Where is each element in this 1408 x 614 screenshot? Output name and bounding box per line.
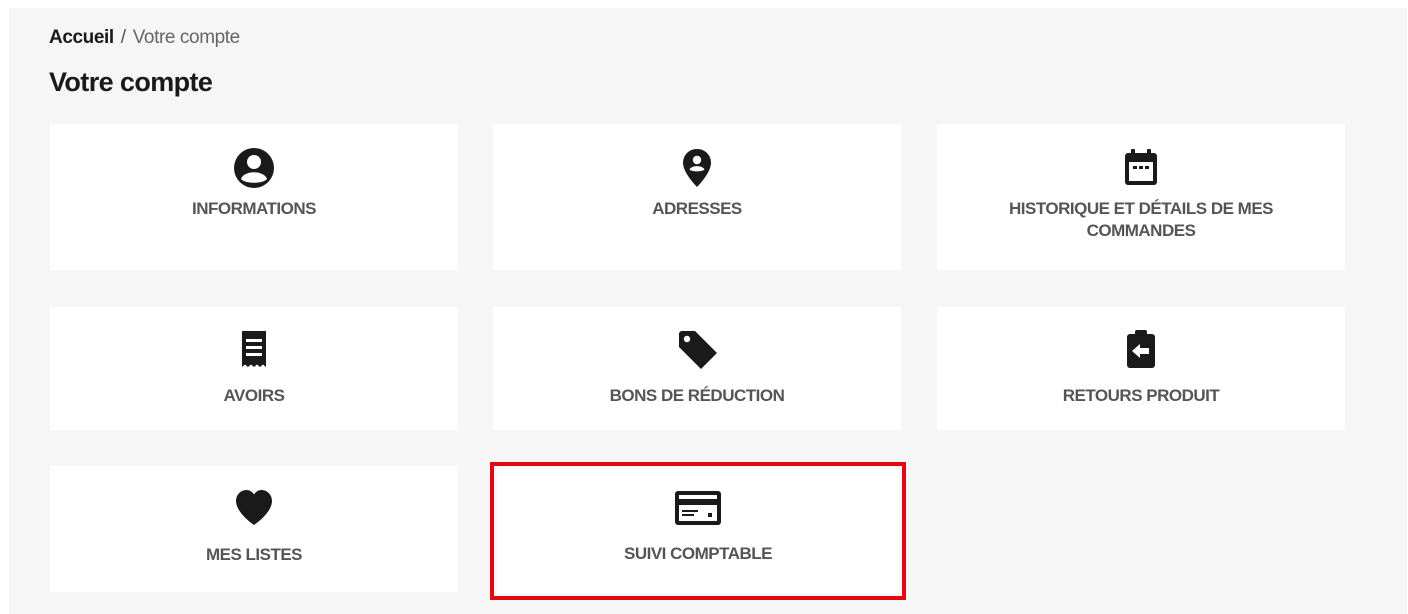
map-pin-icon	[683, 149, 711, 187]
breadcrumb-current: Votre compte	[132, 27, 241, 48]
calendar-icon	[1125, 149, 1157, 185]
heart-icon	[236, 490, 272, 525]
breadcrumb-separator: /	[120, 27, 126, 48]
credit-card-icon	[675, 491, 721, 525]
clipboard-return-icon	[1127, 330, 1155, 368]
tile-label: HISTORIQUE ET DÉTAILS DE MES COMMANDES	[1008, 199, 1274, 240]
tile-label: RETOURS PRODUIT	[1062, 386, 1220, 405]
tile-suivi-comptable[interactable]: SUIVI COMPTABLE	[490, 462, 906, 600]
breadcrumb-home-link[interactable]: Accueil	[49, 27, 114, 48]
tile-label: MES LISTES	[205, 545, 303, 564]
tile-adresses[interactable]: ADRESSES	[493, 124, 901, 270]
receipt-icon	[242, 331, 266, 367]
tag-icon	[679, 331, 717, 369]
tile-bons-de-reduction[interactable]: BONS DE RÉDUCTION	[493, 307, 901, 430]
tile-label: AVOIRS	[223, 386, 285, 405]
user-circle-icon	[234, 148, 274, 188]
tile-informations[interactable]: INFORMATIONS	[50, 124, 458, 270]
tile-label: ADRESSES	[652, 199, 742, 218]
tile-mes-listes[interactable]: MES LISTES	[50, 466, 458, 592]
tile-historique-commandes[interactable]: HISTORIQUE ET DÉTAILS DE MES COMMANDES	[937, 124, 1345, 270]
tile-avoirs[interactable]: AVOIRS	[50, 307, 458, 430]
tile-retours-produit[interactable]: RETOURS PRODUIT	[937, 307, 1345, 430]
tile-label: BONS DE RÉDUCTION	[609, 386, 785, 405]
tile-label: INFORMATIONS	[191, 199, 317, 218]
breadcrumb: Accueil / Votre compte	[49, 27, 240, 49]
page-title: Votre compte	[49, 67, 213, 97]
tile-label: SUIVI COMPTABLE	[623, 544, 773, 563]
